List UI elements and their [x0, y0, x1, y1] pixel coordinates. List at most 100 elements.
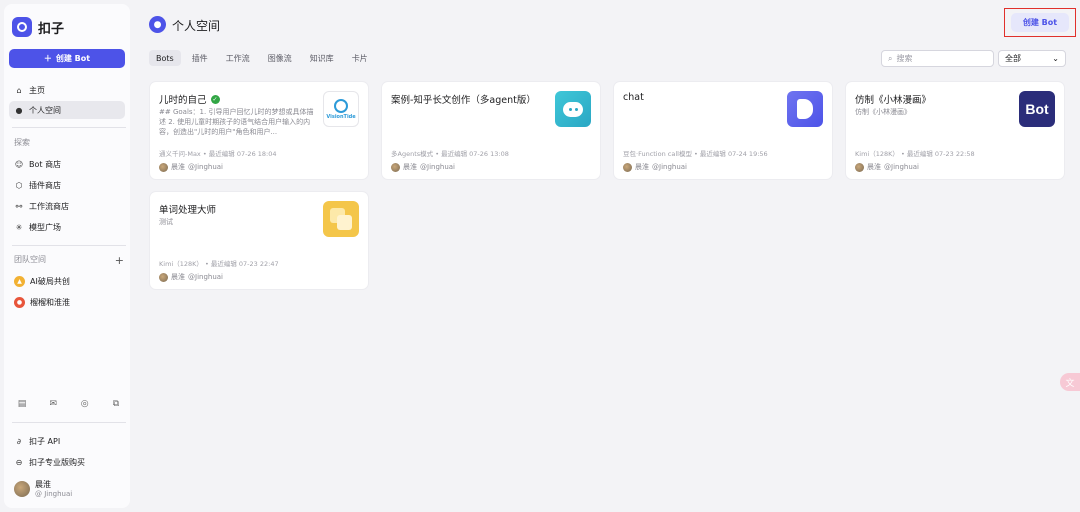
tab-imageflows[interactable]: 图像流: [261, 50, 299, 66]
search-placeholder: 搜索: [896, 54, 913, 63]
mail-icon[interactable]: ✉: [47, 398, 59, 410]
chat-bubble-thumbnail: [555, 91, 591, 127]
feedback-icon[interactable]: ⧉: [110, 398, 122, 410]
bot-name: 案例-知乎长文创作（多agent版）: [391, 95, 536, 106]
filter-select[interactable]: 全部 ⌄: [998, 50, 1066, 67]
tab-knowledge[interactable]: 知识库: [303, 50, 341, 66]
bot-meta: 通义千问-Max • 最近编辑 07-26 18:04: [159, 150, 277, 158]
bot-card-title: 儿时的自己 ✓: [159, 92, 220, 106]
explore-section-label: 探索: [14, 138, 30, 147]
bot-description: ## Goals：1. 引导用户回忆儿时的梦想或具体描述 2. 使用儿童时期孩子…: [159, 108, 314, 136]
bot-author: 晨淮 @Jinghuai: [159, 162, 223, 172]
bot-card-title: 单词处理大师: [159, 202, 216, 216]
tab-cards[interactable]: 卡片: [345, 50, 375, 66]
bot-card[interactable]: chat 豆包·Function call模型 • 最近编辑 07-24 19:…: [613, 81, 833, 180]
avatar: [855, 162, 864, 172]
sidebar-item-team-ai[interactable]: ▲ AI破局共创: [9, 272, 125, 290]
bot-author: 晨淮 @Jinghuai: [159, 272, 223, 282]
author-handle: @Jinghuai: [652, 163, 687, 171]
create-bot-sidebar-button[interactable]: ＋ 创建 Bot: [9, 49, 125, 68]
sidebar-item-label: Bot 商店: [29, 159, 62, 169]
sidebar: 扣子 ＋ 创建 Bot ⌂ 主页 ● 个人空间 探索 ☺ Bot 商店 ⬡ 插件…: [4, 4, 130, 508]
sidebar-item-label: 工作流商店: [29, 201, 69, 211]
create-bot-highlight: 创建 Bot: [1004, 8, 1076, 37]
filter-value: 全部: [1005, 54, 1021, 63]
bot-meta: Kimi（128K） • 最近编辑 07-23 22:58: [855, 150, 975, 158]
sidebar-item-label: AI破局共创: [30, 276, 70, 286]
bot-author: 晨淮 @Jinghuai: [855, 162, 919, 172]
compass-icon[interactable]: ◎: [79, 398, 91, 410]
author-handle: @Jinghuai: [884, 163, 919, 171]
sidebar-item-pro-purchase[interactable]: ⊖ 扣子专业版购买: [9, 453, 125, 471]
bot-meta: Kimi（128K） • 最近编辑 07-23 22:47: [159, 260, 279, 268]
bot-card[interactable]: 仿制《小林漫画》 仿制《小林漫画》 Kimi（128K） • 最近编辑 07-2…: [845, 81, 1065, 180]
yellow-squares-thumbnail: [323, 201, 359, 237]
chat-bubble-icon: [563, 101, 583, 117]
sidebar-item-label: 扣子专业版购买: [29, 457, 85, 467]
divider: [12, 422, 126, 423]
b-logo-thumbnail: [787, 91, 823, 127]
author-name: 晨淮: [867, 163, 881, 171]
bot-card-title: 仿制《小林漫画》: [855, 92, 931, 106]
avatar: [623, 162, 632, 172]
sidebar-item-label: 个人空间: [29, 105, 61, 115]
sidebar-item-team-liuliu[interactable]: ● 榴榴和淮淮: [9, 293, 125, 311]
author-name: 晨淮: [635, 163, 649, 171]
sidebar-item-label: 主页: [29, 85, 45, 95]
bot-card[interactable]: 儿时的自己 ✓ ## Goals：1. 引导用户回忆儿时的梦想或具体描述 2. …: [149, 81, 369, 180]
logo[interactable]: 扣子: [12, 17, 64, 37]
search-input[interactable]: ⌕ 搜索: [881, 50, 994, 67]
tab-plugins[interactable]: 插件: [185, 50, 215, 66]
avatar: [391, 162, 400, 172]
avatar: [159, 162, 168, 172]
bot-card[interactable]: 案例-知乎长文创作（多agent版） 多Agents模式 • 最近编辑 07-2…: [381, 81, 601, 180]
bottom-icon-bar: ▤ ✉ ◎ ⧉: [16, 398, 122, 410]
sidebar-item-label: 榴榴和淮淮: [30, 297, 70, 307]
visiontide-thumbnail: VisionTide: [323, 91, 359, 127]
plugin-icon: ⬡: [15, 180, 23, 190]
sidebar-item-home[interactable]: ⌂ 主页: [9, 81, 125, 99]
search-icon: ⌕: [888, 53, 893, 63]
author-name: 晨淮: [403, 163, 417, 171]
pro-icon: ⊖: [15, 457, 23, 467]
avatar: [14, 480, 30, 497]
sidebar-item-personal-space[interactable]: ● 个人空间: [9, 101, 125, 119]
author-name: 晨淮: [171, 273, 185, 281]
logo-text: 扣子: [38, 21, 65, 37]
square-shape-icon: [337, 215, 352, 230]
bot-name: 单词处理大师: [159, 205, 217, 216]
team-avatar-icon: ▲: [14, 275, 25, 287]
sidebar-item-coze-api[interactable]: ∂ 扣子 API: [9, 432, 125, 450]
translate-float-icon[interactable]: 文: [1060, 373, 1080, 391]
model-icon: ✳: [15, 222, 23, 232]
coze-logo-icon: [12, 17, 32, 37]
bot-description: 测试: [159, 218, 173, 226]
author-handle: @Jinghuai: [188, 163, 223, 171]
bot-name: 儿时的自己: [159, 95, 207, 106]
bot-card[interactable]: 单词处理大师 测试 Kimi（128K） • 最近编辑 07-23 22:47 …: [149, 191, 369, 290]
bot-card-title: 案例-知乎长文创作（多agent版）: [391, 92, 536, 106]
sidebar-item-plugin-store[interactable]: ⬡ 插件商店: [9, 176, 125, 194]
sidebar-item-model-square[interactable]: ✳ 模型广场: [9, 218, 125, 236]
user-profile[interactable]: 晨淮 @ Jinghuai: [14, 479, 72, 498]
verified-check-icon: ✓: [210, 94, 220, 104]
sidebar-item-bot-store[interactable]: ☺ Bot 商店: [9, 155, 125, 173]
sidebar-item-label: 扣子 API: [29, 436, 61, 446]
create-bot-button[interactable]: 创建 Bot: [1011, 13, 1069, 32]
tab-bots[interactable]: Bots: [149, 50, 181, 66]
tab-workflows[interactable]: 工作流: [219, 50, 257, 66]
document-icon[interactable]: ▤: [16, 398, 28, 410]
sidebar-item-workflow-store[interactable]: ⚯ 工作流商店: [9, 197, 125, 215]
plus-icon: ＋: [43, 54, 52, 63]
eye-icon: [334, 98, 348, 113]
content-tabs: Bots 插件 工作流 图像流 知识库 卡片: [149, 50, 375, 66]
bot-description: 仿制《小林漫画》: [855, 108, 911, 116]
add-team-icon[interactable]: +: [115, 254, 124, 267]
page-title: 个人空间: [172, 19, 221, 33]
user-handle: @ Jinghuai: [35, 490, 73, 498]
sidebar-item-label: 插件商店: [29, 180, 61, 190]
bot-name: chat: [623, 92, 644, 103]
thumb-label: VisionTide: [326, 113, 356, 120]
bot-text-thumbnail: Bot: [1019, 91, 1055, 127]
author-handle: @Jinghuai: [188, 273, 223, 281]
